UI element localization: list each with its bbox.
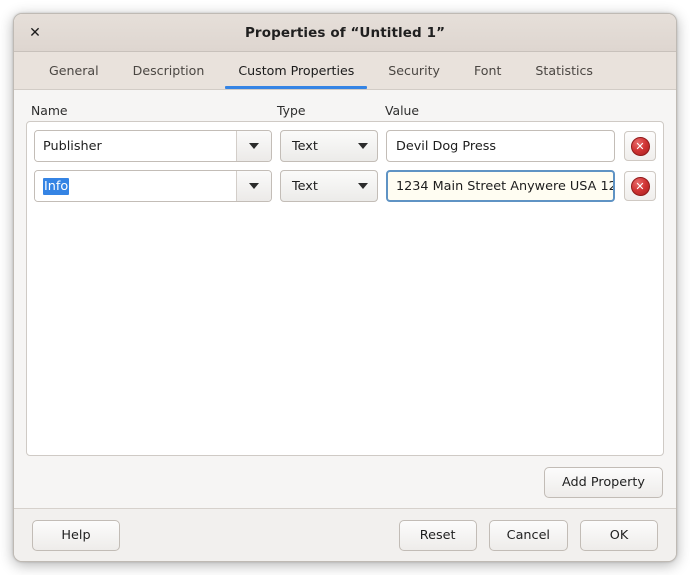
ok-button[interactable]: OK — [580, 519, 658, 551]
table-row: Publisher Text Devil Dog Press ✕ — [34, 129, 656, 163]
remove-property-button[interactable]: ✕ — [624, 171, 656, 201]
column-header-value: Value — [385, 102, 420, 118]
custom-properties-panel: Name Type Value Publisher Text Devil Dog… — [14, 90, 676, 508]
chevron-down-icon — [249, 183, 259, 189]
property-name-input[interactable]: Publisher — [35, 131, 236, 161]
tab-description[interactable]: Description — [116, 52, 222, 89]
remove-property-button[interactable]: ✕ — [624, 131, 656, 161]
property-name-combo[interactable]: Info — [34, 170, 272, 202]
property-name-dropdown-button[interactable] — [236, 131, 271, 161]
property-name-input[interactable]: Info — [35, 171, 236, 201]
property-type-value: Text — [292, 138, 318, 154]
close-icon[interactable]: ✕ — [22, 20, 48, 46]
dialog-title: Properties of “Untitled 1” — [244, 24, 446, 41]
property-value-text: Devil Dog Press — [396, 138, 497, 154]
help-button[interactable]: Help — [32, 519, 120, 551]
tab-general[interactable]: General — [32, 52, 116, 89]
property-type-select[interactable]: Text — [280, 130, 378, 162]
chevron-down-icon — [358, 143, 368, 149]
table-row: Info Text 1234 Main Street Anywere USA 1… — [34, 169, 656, 203]
property-name-text: Info — [43, 177, 70, 195]
chevron-down-icon — [249, 143, 259, 149]
screen: ✕ Properties of “Untitled 1” General Des… — [0, 0, 690, 575]
footer-actions: Reset Cancel OK — [398, 519, 658, 551]
column-header-name: Name — [31, 102, 68, 118]
reset-button[interactable]: Reset — [398, 519, 477, 551]
dialog-titlebar: ✕ Properties of “Untitled 1” — [14, 14, 676, 52]
tab-font[interactable]: Font — [457, 52, 518, 89]
property-value-input[interactable]: Devil Dog Press — [386, 130, 615, 162]
property-name-dropdown-button[interactable] — [236, 171, 271, 201]
tab-security[interactable]: Security — [371, 52, 457, 89]
add-property-row: Add Property — [26, 456, 664, 508]
add-property-button[interactable]: Add Property — [544, 466, 663, 498]
dialog-footer: Help Reset Cancel OK — [14, 508, 676, 561]
properties-dialog: ✕ Properties of “Untitled 1” General Des… — [13, 13, 677, 562]
property-value-input[interactable]: 1234 Main Street Anywere USA 12345 — [386, 170, 615, 202]
delete-circle-icon: ✕ — [630, 176, 650, 196]
properties-list: Publisher Text Devil Dog Press ✕ Info Te… — [26, 121, 664, 456]
property-type-value: Text — [292, 178, 318, 194]
cancel-button[interactable]: Cancel — [488, 519, 568, 551]
tab-bar: General Description Custom Properties Se… — [14, 52, 676, 90]
column-header-type: Type — [277, 102, 306, 118]
property-name-combo[interactable]: Publisher — [34, 130, 272, 162]
tab-custom-properties[interactable]: Custom Properties — [221, 52, 371, 89]
property-name-text: Publisher — [43, 138, 102, 154]
delete-circle-icon: ✕ — [630, 136, 650, 156]
chevron-down-icon — [358, 183, 368, 189]
tab-statistics[interactable]: Statistics — [518, 52, 610, 89]
property-value-text: 1234 Main Street Anywere USA 12345 — [396, 178, 613, 194]
column-headers: Name Type Value — [26, 99, 664, 121]
property-type-select[interactable]: Text — [280, 170, 378, 202]
